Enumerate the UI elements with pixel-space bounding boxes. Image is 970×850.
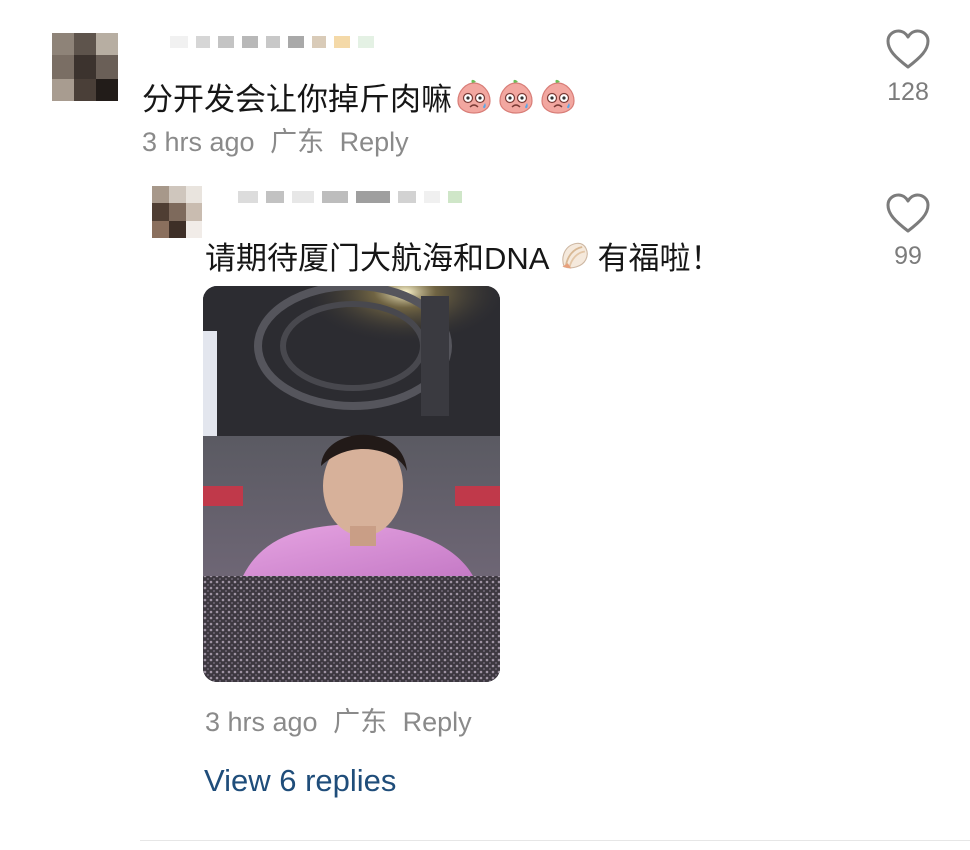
like-button[interactable]: 99 — [878, 192, 938, 271]
comment-body: 分开发会让你掉斤肉嘛 — [142, 82, 452, 117]
crying-peach-emoji — [457, 79, 491, 114]
reply-button[interactable]: Reply — [340, 127, 409, 157]
comment-thread: 分开发会让你掉斤肉嘛 3 hrs ago 广东 Reply 128 请期待厦门大… — [0, 0, 970, 850]
heart-icon — [886, 29, 930, 69]
location: 广东 — [333, 707, 388, 737]
concert-photo — [203, 286, 500, 682]
avatar[interactable] — [152, 186, 202, 238]
divider — [140, 840, 970, 841]
reply-button[interactable]: Reply — [403, 707, 472, 737]
comment-text: 分开发会让你掉斤肉嘛 — [142, 74, 578, 119]
crying-peach-emoji — [541, 79, 575, 114]
location: 广东 — [270, 127, 325, 157]
like-button[interactable]: 128 — [878, 28, 938, 107]
like-count: 99 — [894, 242, 922, 270]
comment-body: 请期待厦门大航海和DNA — [205, 241, 550, 276]
timestamp: 3 hrs ago — [205, 707, 318, 737]
avatar[interactable] — [52, 33, 118, 101]
comment-body-tail: 有福啦！ — [597, 241, 722, 276]
shell-emoji — [562, 242, 589, 269]
comment-meta: 3 hrs ago 广东 Reply — [205, 700, 472, 739]
crying-peach-emoji — [499, 79, 533, 114]
like-count: 128 — [887, 78, 929, 106]
comment-meta: 3 hrs ago 广东 Reply — [142, 120, 409, 159]
comment-image[interactable] — [203, 286, 500, 682]
comment-text: 请期待厦门大航海和DNA 有福啦！ — [205, 233, 721, 278]
username-blurred[interactable] — [238, 190, 462, 204]
view-replies-link[interactable]: View 6 replies — [204, 763, 396, 799]
timestamp: 3 hrs ago — [142, 127, 255, 157]
username-blurred[interactable] — [170, 35, 374, 49]
heart-icon — [886, 193, 930, 233]
